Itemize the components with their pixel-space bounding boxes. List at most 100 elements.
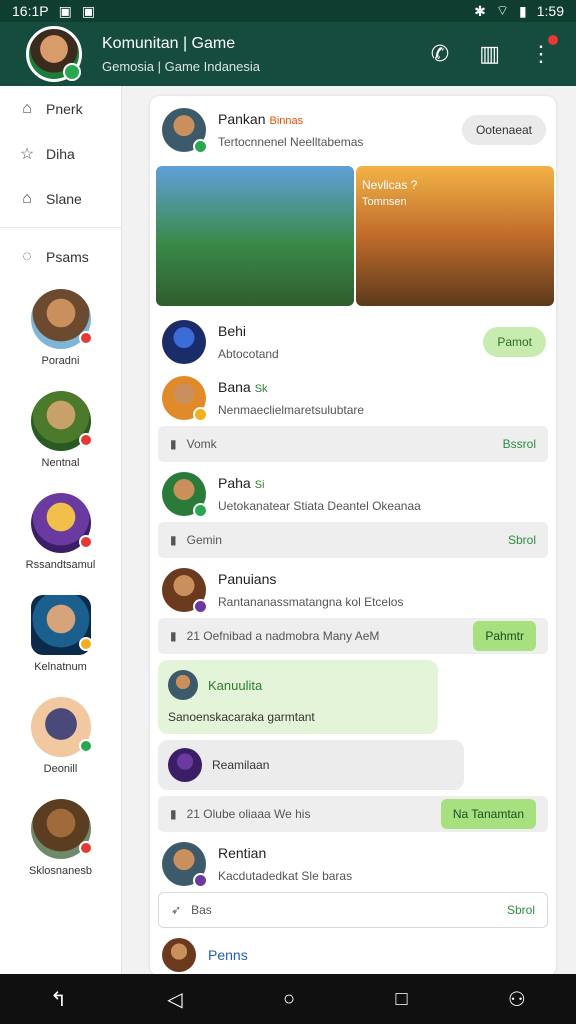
bar-button[interactable]: Na Tanamtan: [440, 799, 536, 829]
list-item[interactable]: Behi Abtocotand Pamot: [150, 320, 556, 364]
avatar: [30, 493, 93, 553]
list-item[interactable]: Penns: [150, 938, 556, 972]
connect-button[interactable]: Ootenaeat: [461, 115, 546, 145]
row-sub: Abtocotand: [218, 347, 279, 361]
doc-icon: ▮: [170, 807, 177, 821]
triangle-icon[interactable]: ◁: [167, 987, 182, 1012]
recent-icon[interactable]: □: [395, 988, 407, 1011]
sidebar-item-share[interactable]: ⌂ Slane: [0, 176, 121, 221]
badge: [193, 139, 208, 154]
side-avatar[interactable]: Kelnatnum: [0, 595, 121, 687]
image-caption-2: Tomnsen: [362, 196, 407, 208]
more-icon[interactable]: ⋮: [530, 35, 558, 67]
avatar: [168, 748, 202, 782]
sidebar-label: Diha: [46, 145, 75, 162]
side-avatar[interactable]: Deonill: [0, 697, 121, 789]
main-feed: Pankan Binnas Tertocnnenel Neelltabemas O…: [122, 86, 576, 976]
list-item[interactable]: Bana Sk Nenmaeclielmaretsulubtare: [150, 376, 556, 422]
battery-icon: ▮: [519, 2, 527, 19]
badge: [78, 433, 93, 447]
row-name: Behi: [218, 323, 247, 339]
avatar: [162, 568, 208, 614]
bar-text: 21 Oefnibad a nadmobra Many AeM: [186, 629, 380, 643]
author-tag: Binnas: [269, 115, 304, 127]
bubble-name: Kanuulita: [208, 677, 263, 693]
avatar: [168, 670, 198, 700]
row-name: Penns: [208, 947, 248, 963]
side-avatar[interactable]: Nentnal: [0, 391, 121, 483]
online-badge: [63, 63, 81, 81]
avatar: [162, 472, 208, 518]
share-icon: ⌂: [22, 189, 32, 207]
feed-card: Pankan Binnas Tertocnnenel Neelltabemas O…: [150, 96, 556, 976]
list-item[interactable]: Paha Si Uetokanatear Stiata Deantel Okeana…: [150, 472, 556, 518]
action-bar[interactable]: ▮ Gemin Sbrol: [158, 522, 548, 558]
message-bubble[interactable]: Reamilaan: [158, 740, 464, 790]
bar-right[interactable]: Sbrol: [508, 533, 536, 547]
sidebar-item-diha[interactable]: ☆ Diha: [0, 131, 121, 176]
author-avatar[interactable]: [162, 108, 208, 154]
bubble-text: Sanoenskacaraka garmtant: [168, 710, 315, 724]
action-bar[interactable]: ▮ 21 Oefnibad a nadmobra Many AeM Pahmtr: [158, 618, 548, 654]
bar-right[interactable]: Bssrol: [503, 437, 536, 451]
row-name: Paha: [218, 475, 251, 491]
action-bar[interactable]: ▮ 21 Olube oliaaa We his Na Tanamtan: [158, 796, 548, 832]
bar-text: Vomk: [186, 437, 217, 451]
bottom-nav: ↰ ◁ ○ □ ⚇: [0, 974, 576, 1024]
notif-icon-2: ▣: [81, 2, 96, 19]
message-bubble[interactable]: Kanuulita Sanoenskacaraka garmtant: [158, 660, 438, 734]
game-screenshot-1[interactable]: [156, 166, 354, 306]
post-subtitle: Tertocnnenel Neelltabemas: [218, 135, 364, 149]
avatar: [162, 842, 208, 888]
badge: [78, 637, 93, 651]
row-name: Bana: [218, 379, 251, 395]
avatar-label: Rssandtsamul: [25, 559, 96, 571]
side-avatar[interactable]: Sklosnanesb: [0, 799, 121, 891]
row-name: Rentian: [218, 845, 267, 861]
thumb-icon: ▮: [170, 533, 177, 547]
sidebar-item-psams[interactable]: ◌ Psams: [0, 234, 121, 279]
divider: [0, 227, 121, 228]
avatar: [30, 391, 93, 451]
sidebar-label: Pnerk: [46, 100, 83, 117]
bar-button[interactable]: Pahmtr: [473, 621, 536, 651]
avatar: [30, 595, 93, 655]
sidebar-label: Psams: [46, 248, 89, 265]
avatar: [162, 938, 196, 972]
bar-text: Gemin: [186, 533, 222, 547]
badge: [193, 873, 208, 888]
avatar-label: Kelnatnum: [34, 661, 87, 673]
game-screenshot-2[interactable]: Nevlicas ? Tomnsen: [356, 166, 554, 306]
side-avatar[interactable]: Rssandtsamul: [0, 493, 121, 585]
back-icon[interactable]: ↰: [50, 987, 67, 1012]
side-avatar[interactable]: Poradni: [0, 289, 121, 381]
post-images: Nevlicas ? Tomnsen: [156, 166, 554, 306]
phone-icon[interactable]: ✆: [431, 41, 449, 67]
home-circle-icon[interactable]: ○: [283, 988, 295, 1011]
status-bar: 16:1P ▣ ▣ ✱ ⌔ ▮ 1:59: [0, 0, 576, 22]
rocket-icon: ➶: [171, 903, 182, 917]
action-bar[interactable]: ➶ Bas Sbrol: [158, 892, 548, 928]
list-item[interactable]: Rentian Kacdutadedkat Sle baras: [150, 842, 556, 888]
badge: [78, 331, 93, 345]
bar-right[interactable]: Sbrol: [507, 903, 535, 917]
chat-icon: ◌: [22, 247, 32, 265]
avatar: [162, 376, 208, 422]
book-icon[interactable]: ▥: [479, 41, 500, 67]
sidebar-label: Slane: [46, 190, 82, 207]
row-tag: Si: [254, 479, 265, 491]
row-action-button[interactable]: Pamot: [483, 327, 546, 357]
sidebar-item-home[interactable]: ⌂ Pnerk: [0, 86, 121, 131]
image-caption: Nevlicas ?: [362, 178, 418, 192]
badge: [78, 535, 93, 549]
action-bar[interactable]: ▮ Vomk Bssrol: [158, 426, 548, 462]
clock-right: 1:59: [536, 3, 564, 19]
avatar: [30, 697, 93, 757]
sidebar: ⌂ Pnerk ☆ Diha ⌂ Slane ◌ Psams Poradni Nentn…: [0, 86, 122, 974]
avatar-label: Nentnal: [41, 457, 80, 469]
user-icon[interactable]: ⚇: [508, 987, 526, 1012]
row-sub: Nenmaeclielmaretsulubtare: [218, 403, 365, 417]
profile-avatar[interactable]: [26, 26, 82, 82]
list-item[interactable]: Panuians Rantananassmatangna kol Etcelos: [150, 568, 556, 614]
badge: [78, 841, 93, 855]
